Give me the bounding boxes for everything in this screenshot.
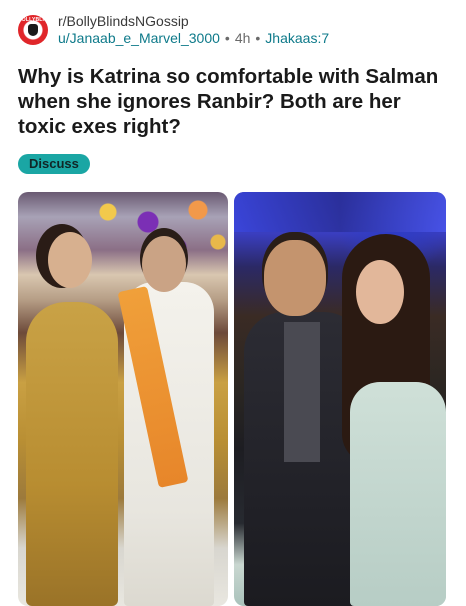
post-title[interactable]: Why is Katrina so comfortable with Salma…	[18, 64, 448, 139]
man-head	[264, 240, 326, 316]
man-head	[142, 236, 186, 292]
salman-katrina-photo[interactable]	[234, 192, 446, 606]
shirt	[284, 322, 320, 462]
avatar-label: BOLLYBLINDS	[18, 17, 48, 23]
meta-separator: •	[224, 30, 230, 46]
image-gallery	[18, 192, 446, 606]
post-meta: r/BollyBlindsNGossip u/Janaab_e_Marvel_3…	[58, 13, 329, 47]
meta-separator: •	[255, 30, 261, 46]
post-header: BOLLYBLINDS r/BollyBlindsNGossip u/Janaa…	[18, 10, 448, 50]
woman-face	[356, 260, 404, 324]
subreddit-link[interactable]: r/BollyBlindsNGossip	[58, 13, 329, 30]
post-time: 4h	[234, 30, 251, 46]
woman-head	[48, 232, 92, 288]
woman-dress	[350, 382, 446, 606]
user-flair: Jhakaas:7	[265, 30, 330, 46]
subreddit-avatar-icon[interactable]: BOLLYBLINDS	[18, 15, 48, 45]
woman-in-saree	[26, 302, 118, 606]
stage-lights	[234, 192, 446, 232]
author-line: u/Janaab_e_Marvel_3000 • 4h • Jhakaas:7	[58, 30, 329, 47]
reddit-post: BOLLYBLINDS r/BollyBlindsNGossip u/Janaa…	[0, 0, 466, 606]
katrina-ranbir-photo[interactable]	[18, 192, 228, 606]
post-flair-badge[interactable]: Discuss	[18, 154, 90, 174]
author-link[interactable]: u/Janaab_e_Marvel_3000	[58, 30, 220, 47]
